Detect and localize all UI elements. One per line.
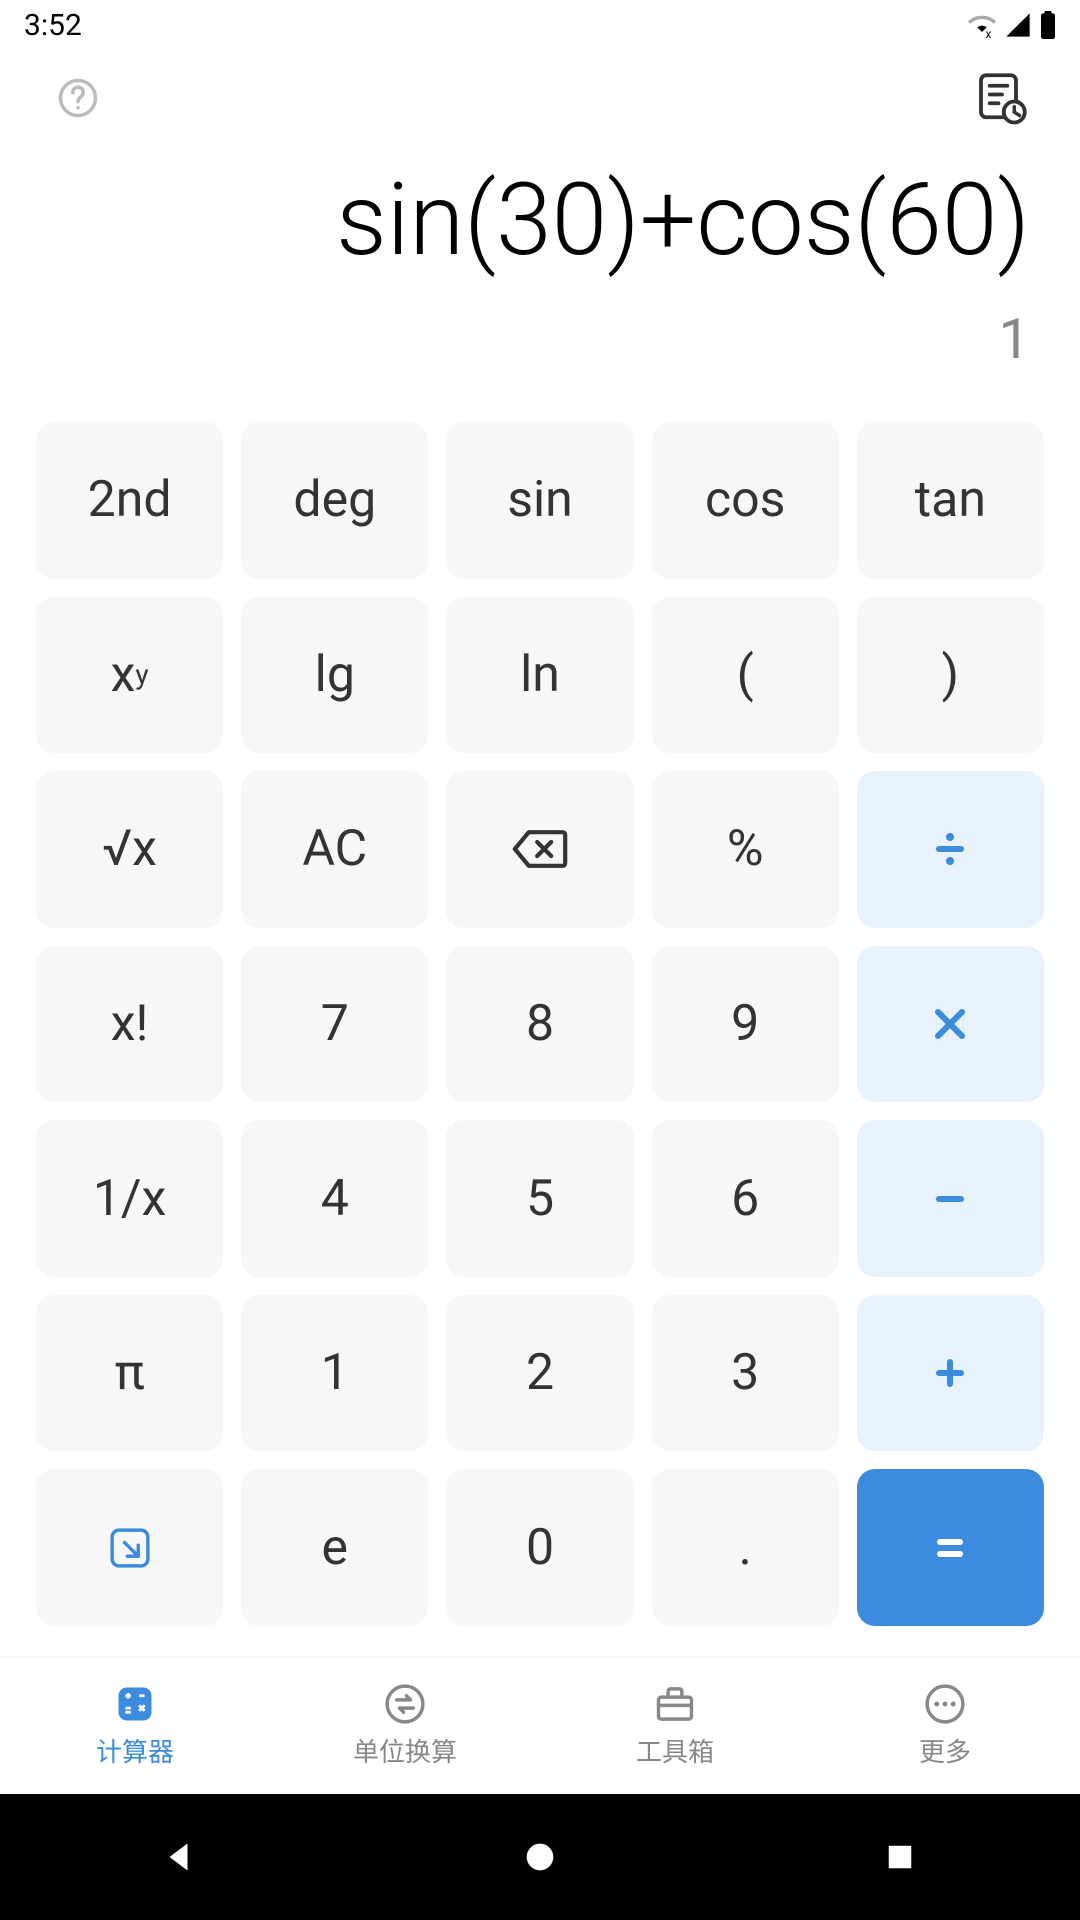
key-cos[interactable]: cos [652, 422, 839, 579]
key-multiply[interactable] [857, 946, 1044, 1103]
key-3[interactable]: 3 [652, 1295, 839, 1452]
nav-toolbox-label: 工具箱 [636, 1732, 714, 1769]
nav-toolbox[interactable]: 工具箱 [540, 1657, 810, 1794]
key-0[interactable]: 0 [446, 1469, 633, 1626]
back-icon [162, 1839, 198, 1875]
help-button[interactable] [50, 70, 106, 126]
converter-icon [383, 1682, 427, 1726]
nav-more-label: 更多 [919, 1732, 971, 1769]
result: 1 [50, 306, 1030, 372]
key-4[interactable]: 4 [241, 1120, 428, 1277]
more-icon [923, 1682, 967, 1726]
key-power-sup: y [135, 658, 148, 691]
key-percent[interactable]: % [652, 771, 839, 928]
history-button[interactable] [974, 70, 1030, 126]
key-pi[interactable]: π [36, 1295, 223, 1452]
key-lparen[interactable]: ( [652, 597, 839, 754]
nav-calculator[interactable]: 计算器 [0, 1657, 270, 1794]
key-2[interactable]: 2 [446, 1295, 633, 1452]
system-nav-bar [0, 1794, 1080, 1920]
key-plus[interactable] [857, 1295, 1044, 1452]
key-sin[interactable]: sin [446, 422, 633, 579]
help-icon [57, 77, 99, 119]
status-bar: 3:52 x [0, 0, 1080, 50]
nav-unit-converter[interactable]: 单位换算 [270, 1657, 540, 1794]
wifi-off-icon: x [968, 11, 996, 39]
key-power[interactable]: xy [36, 597, 223, 754]
history-icon [974, 70, 1030, 126]
toolbox-icon [653, 1682, 697, 1726]
key-9[interactable]: 9 [652, 946, 839, 1103]
battery-icon [1040, 11, 1056, 39]
key-ac[interactable]: AC [241, 771, 428, 928]
key-power-base: x [111, 646, 136, 704]
divide-icon [930, 829, 970, 869]
calculator-icon [113, 1682, 157, 1726]
nav-unit-label: 单位换算 [353, 1732, 457, 1769]
status-icons: x [968, 11, 1056, 39]
multiply-icon [932, 1006, 968, 1042]
sys-recents-button[interactable] [875, 1832, 925, 1882]
collapse-icon [108, 1526, 152, 1570]
sys-home-button[interactable] [515, 1832, 565, 1882]
key-2nd[interactable]: 2nd [36, 422, 223, 579]
home-icon [524, 1841, 556, 1873]
expression: sin(30)+cos(60) [50, 166, 1030, 276]
keypad: 2nd deg sin cos tan xy lg ln ( ) √x AC %… [0, 402, 1080, 1656]
sys-back-button[interactable] [155, 1832, 205, 1882]
key-divide[interactable] [857, 771, 1044, 928]
key-equals[interactable] [857, 1469, 1044, 1626]
key-lg[interactable]: lg [241, 597, 428, 754]
key-7[interactable]: 7 [241, 946, 428, 1103]
nav-more[interactable]: 更多 [810, 1657, 1080, 1794]
key-collapse[interactable] [36, 1469, 223, 1626]
key-1[interactable]: 1 [241, 1295, 428, 1452]
key-6[interactable]: 6 [652, 1120, 839, 1277]
key-deg[interactable]: deg [241, 422, 428, 579]
nav-calculator-label: 计算器 [96, 1732, 174, 1769]
signal-icon [1004, 11, 1032, 39]
recents-icon [885, 1842, 915, 1872]
key-dot[interactable]: . [652, 1469, 839, 1626]
equals-icon [932, 1530, 968, 1566]
key-rparen[interactable]: ) [857, 597, 1044, 754]
key-tan[interactable]: tan [857, 422, 1044, 579]
display: sin(30)+cos(60) 1 [0, 126, 1080, 402]
minus-icon [932, 1181, 968, 1217]
key-factorial[interactable]: x! [36, 946, 223, 1103]
key-minus[interactable] [857, 1120, 1044, 1277]
bottom-nav: 计算器 单位换算 工具箱 更多 [0, 1656, 1080, 1794]
key-ln[interactable]: ln [446, 597, 633, 754]
key-backspace[interactable] [446, 771, 633, 928]
status-time: 3:52 [24, 8, 82, 43]
svg-text:x: x [986, 27, 992, 39]
key-5[interactable]: 5 [446, 1120, 633, 1277]
plus-icon [932, 1355, 968, 1391]
key-8[interactable]: 8 [446, 946, 633, 1103]
key-sqrt[interactable]: √x [36, 771, 223, 928]
key-e[interactable]: e [241, 1469, 428, 1626]
backspace-icon [512, 829, 568, 869]
key-reciprocal[interactable]: 1/x [36, 1120, 223, 1277]
